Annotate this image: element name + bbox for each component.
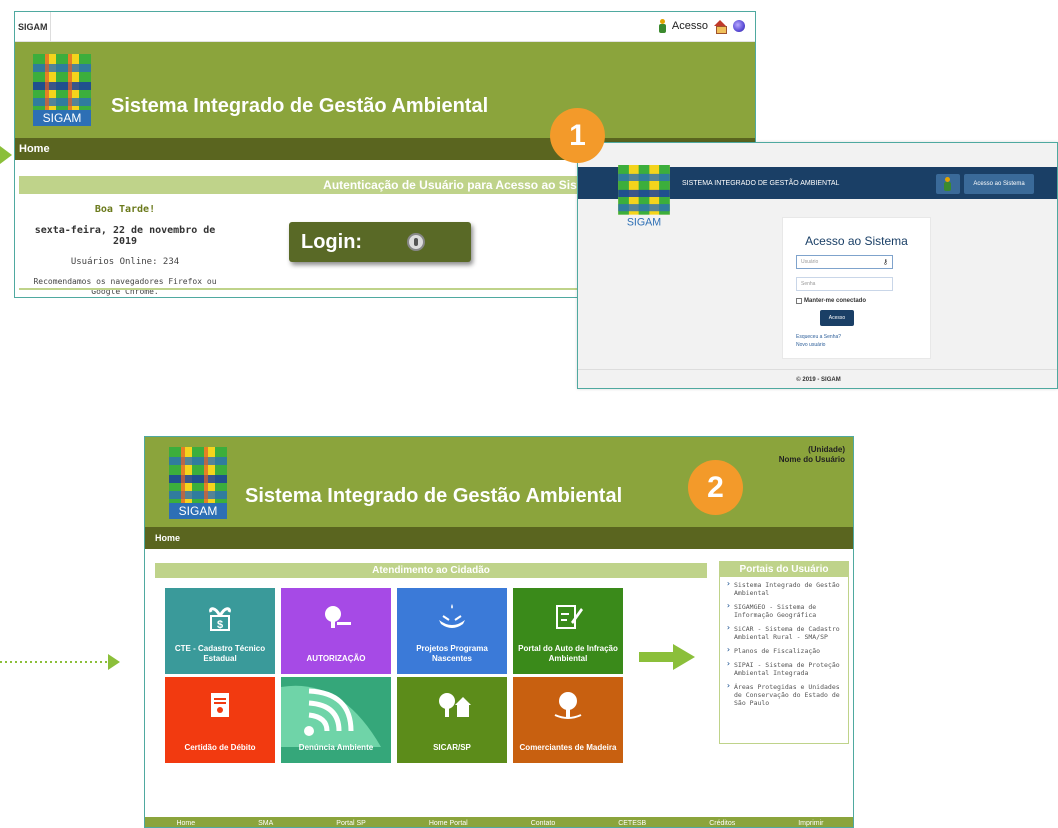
tile-label: Denúncia Ambiente xyxy=(298,743,374,752)
footer-link-cetesb[interactable]: CETESB xyxy=(618,820,646,827)
footer-link-contact[interactable]: Contato xyxy=(531,820,556,827)
pointer-arrow-top xyxy=(0,146,12,164)
footer-copyright: © 2019 - SIGAM xyxy=(578,369,1057,388)
sigam-logo: SIGAM xyxy=(169,447,227,519)
sigam-logo-small: SIGAM xyxy=(618,165,670,229)
new-header: SIGAM SISTEMA INTEGRADO DE GESTÃO AMBIEN… xyxy=(578,143,1057,229)
portals-list: Sistema Integrado de Gestão Ambiental SI… xyxy=(720,577,848,707)
unit-label: (Unidade) xyxy=(808,445,845,454)
tree-cut-icon xyxy=(325,606,351,628)
globe-icon[interactable] xyxy=(733,20,745,32)
welcome-info: Boa Tarde! sexta-feira, 22 de novembro d… xyxy=(25,204,225,297)
remember-me[interactable]: Manter-me conectado xyxy=(796,298,866,304)
user-info[interactable]: (Unidade) Nome do Usuário xyxy=(779,445,845,465)
key-icon xyxy=(407,233,425,251)
new-login-screen: SIGAM SISTEMA INTEGRADO DE GESTÃO AMBIEN… xyxy=(577,142,1058,389)
system-title: Sistema Integrado de Gestão Ambiental xyxy=(111,95,489,117)
tile-label: Certidão de Débito xyxy=(184,743,256,752)
service-tile[interactable]: Certidão de Débito xyxy=(165,677,275,763)
portal-link[interactable]: Sistema Integrado de Gestão Ambiental xyxy=(726,580,844,597)
login-label: Login: xyxy=(301,231,363,253)
portal-link[interactable]: SIPAI - Sistema de Proteção Ambiental In… xyxy=(726,660,844,677)
water-hands-icon xyxy=(439,604,465,628)
portals-title: Portais do Usuário xyxy=(720,562,848,577)
portal-link[interactable]: Planos de Fiscalização xyxy=(726,646,844,655)
header-banner: SIGAM Sistema Integrado de Gestão Ambien… xyxy=(145,437,853,527)
footer-link-credits[interactable]: Créditos xyxy=(709,820,735,827)
username-placeholder: Usuário xyxy=(801,259,819,265)
certificate-icon xyxy=(211,693,229,717)
service-tile[interactable]: Comerciantes de Madeira xyxy=(513,677,623,763)
header-banner: SIGAM Sistema Integrado de Gestão Ambien… xyxy=(15,42,755,138)
signal-icon xyxy=(281,685,381,747)
footer-nav: Home SMA Portal SP Home Portal Contato C… xyxy=(145,817,853,827)
greeting: Boa Tarde! xyxy=(94,204,156,215)
tile-label: AUTORIZAÇÃO xyxy=(306,654,366,663)
submit-button[interactable]: Acesso xyxy=(820,310,854,326)
right-arrow-icon xyxy=(639,644,695,670)
user-portals-panel: Portais do Usuário Sistema Integrado de … xyxy=(719,561,849,744)
user-icon xyxy=(658,19,666,33)
brand-label[interactable]: SIGAM xyxy=(15,12,51,42)
money-plant-icon: $ xyxy=(209,607,231,631)
home-icon[interactable] xyxy=(714,20,727,34)
trees-house-icon xyxy=(439,693,471,717)
access-system-button[interactable]: Acesso ao Sistema xyxy=(964,174,1034,194)
sigam-logo: SIGAM xyxy=(33,54,91,126)
service-tile[interactable]: $ CTE - Cadastro Técnico Estadual xyxy=(165,588,275,674)
browser-recommendation: Recomendamos os navegadores Firefox ou G… xyxy=(33,277,217,296)
forgot-password-link[interactable]: Esqueceu a Senha? xyxy=(796,334,841,340)
top-bar: SIGAM Acesso xyxy=(15,12,755,42)
online-users: Usuários Online: 234 xyxy=(70,257,180,267)
step-badge-2: 2 xyxy=(688,460,743,515)
footer-link-home-portal[interactable]: Home Portal xyxy=(429,820,468,827)
login-heading: Acesso ao Sistema xyxy=(805,234,908,248)
footer-link-home[interactable]: Home xyxy=(176,820,195,827)
step-badge-1: 1 xyxy=(550,108,605,163)
system-name: SISTEMA INTEGRADO DE GESTÃO AMBIENTAL xyxy=(682,180,840,187)
portal-link[interactable]: SIGAMGEO - Sistema de Informação Geográf… xyxy=(726,602,844,619)
service-tile[interactable]: Portal do Auto de Infração Ambiental xyxy=(513,588,623,674)
footer-link-sma[interactable]: SMA xyxy=(258,820,273,827)
service-tile[interactable]: Projetos Programa Nascentes xyxy=(397,588,507,674)
access-link[interactable]: Acesso xyxy=(672,20,708,32)
portal-link[interactable]: SiCAR - Sistema de Cadastro Ambiental Ru… xyxy=(726,624,844,641)
remember-label: Manter-me conectado xyxy=(804,298,867,304)
login-card: Acesso ao Sistema Usuário ⚷ Senha Manter… xyxy=(782,217,931,359)
user-name: Nome do Usuário xyxy=(778,455,845,464)
dashboard-screen: SIGAM Sistema Integrado de Gestão Ambien… xyxy=(144,436,854,828)
edit-document-icon xyxy=(556,605,583,629)
tile-label: Comerciantes de Madeira xyxy=(519,743,617,752)
logo-text: SIGAM xyxy=(627,216,661,228)
tile-label: CTE - Cadastro Técnico Estadual xyxy=(174,644,266,663)
footer-link-print[interactable]: Imprimir xyxy=(798,820,823,827)
tree-hands-icon xyxy=(554,692,582,719)
username-field[interactable]: Usuário ⚷ xyxy=(796,255,893,269)
pointer-arrow-bottom xyxy=(0,654,120,670)
footer-link-portal-sp[interactable]: Portal SP xyxy=(336,820,366,827)
password-field[interactable]: Senha xyxy=(796,277,893,291)
service-tile[interactable]: SICAR/SP xyxy=(397,677,507,763)
key-icon: ⚷ xyxy=(882,259,888,266)
user-icon xyxy=(944,177,951,191)
new-user-link[interactable]: Novo usuário xyxy=(796,342,825,348)
password-placeholder: Senha xyxy=(801,281,816,287)
service-tile[interactable]: Denúncia Ambiente xyxy=(281,677,391,763)
tile-label: Portal do Auto de Infração Ambiental xyxy=(518,644,618,663)
remember-checkbox[interactable] xyxy=(796,298,802,304)
citizen-section-title: Atendimento ao Cidadão xyxy=(155,563,707,578)
user-access-icon-button[interactable] xyxy=(936,174,960,194)
logo-text: SIGAM xyxy=(43,111,82,125)
svg-text:$: $ xyxy=(217,619,223,631)
tile-label: Projetos Programa Nascentes xyxy=(416,644,488,663)
tile-label: SICAR/SP xyxy=(433,743,471,752)
service-tile[interactable]: AUTORIZAÇÃO xyxy=(281,588,391,674)
login-button[interactable]: Login: xyxy=(289,222,471,262)
nav-home[interactable]: Home xyxy=(145,527,853,549)
system-title: Sistema Integrado de Gestão Ambiental xyxy=(245,485,623,507)
logo-text: SIGAM xyxy=(179,504,218,518)
current-date: sexta-feira, 22 de novembro de 2019 xyxy=(34,225,216,247)
portal-link[interactable]: Áreas Protegidas e Unidades de Conservaç… xyxy=(726,682,844,707)
